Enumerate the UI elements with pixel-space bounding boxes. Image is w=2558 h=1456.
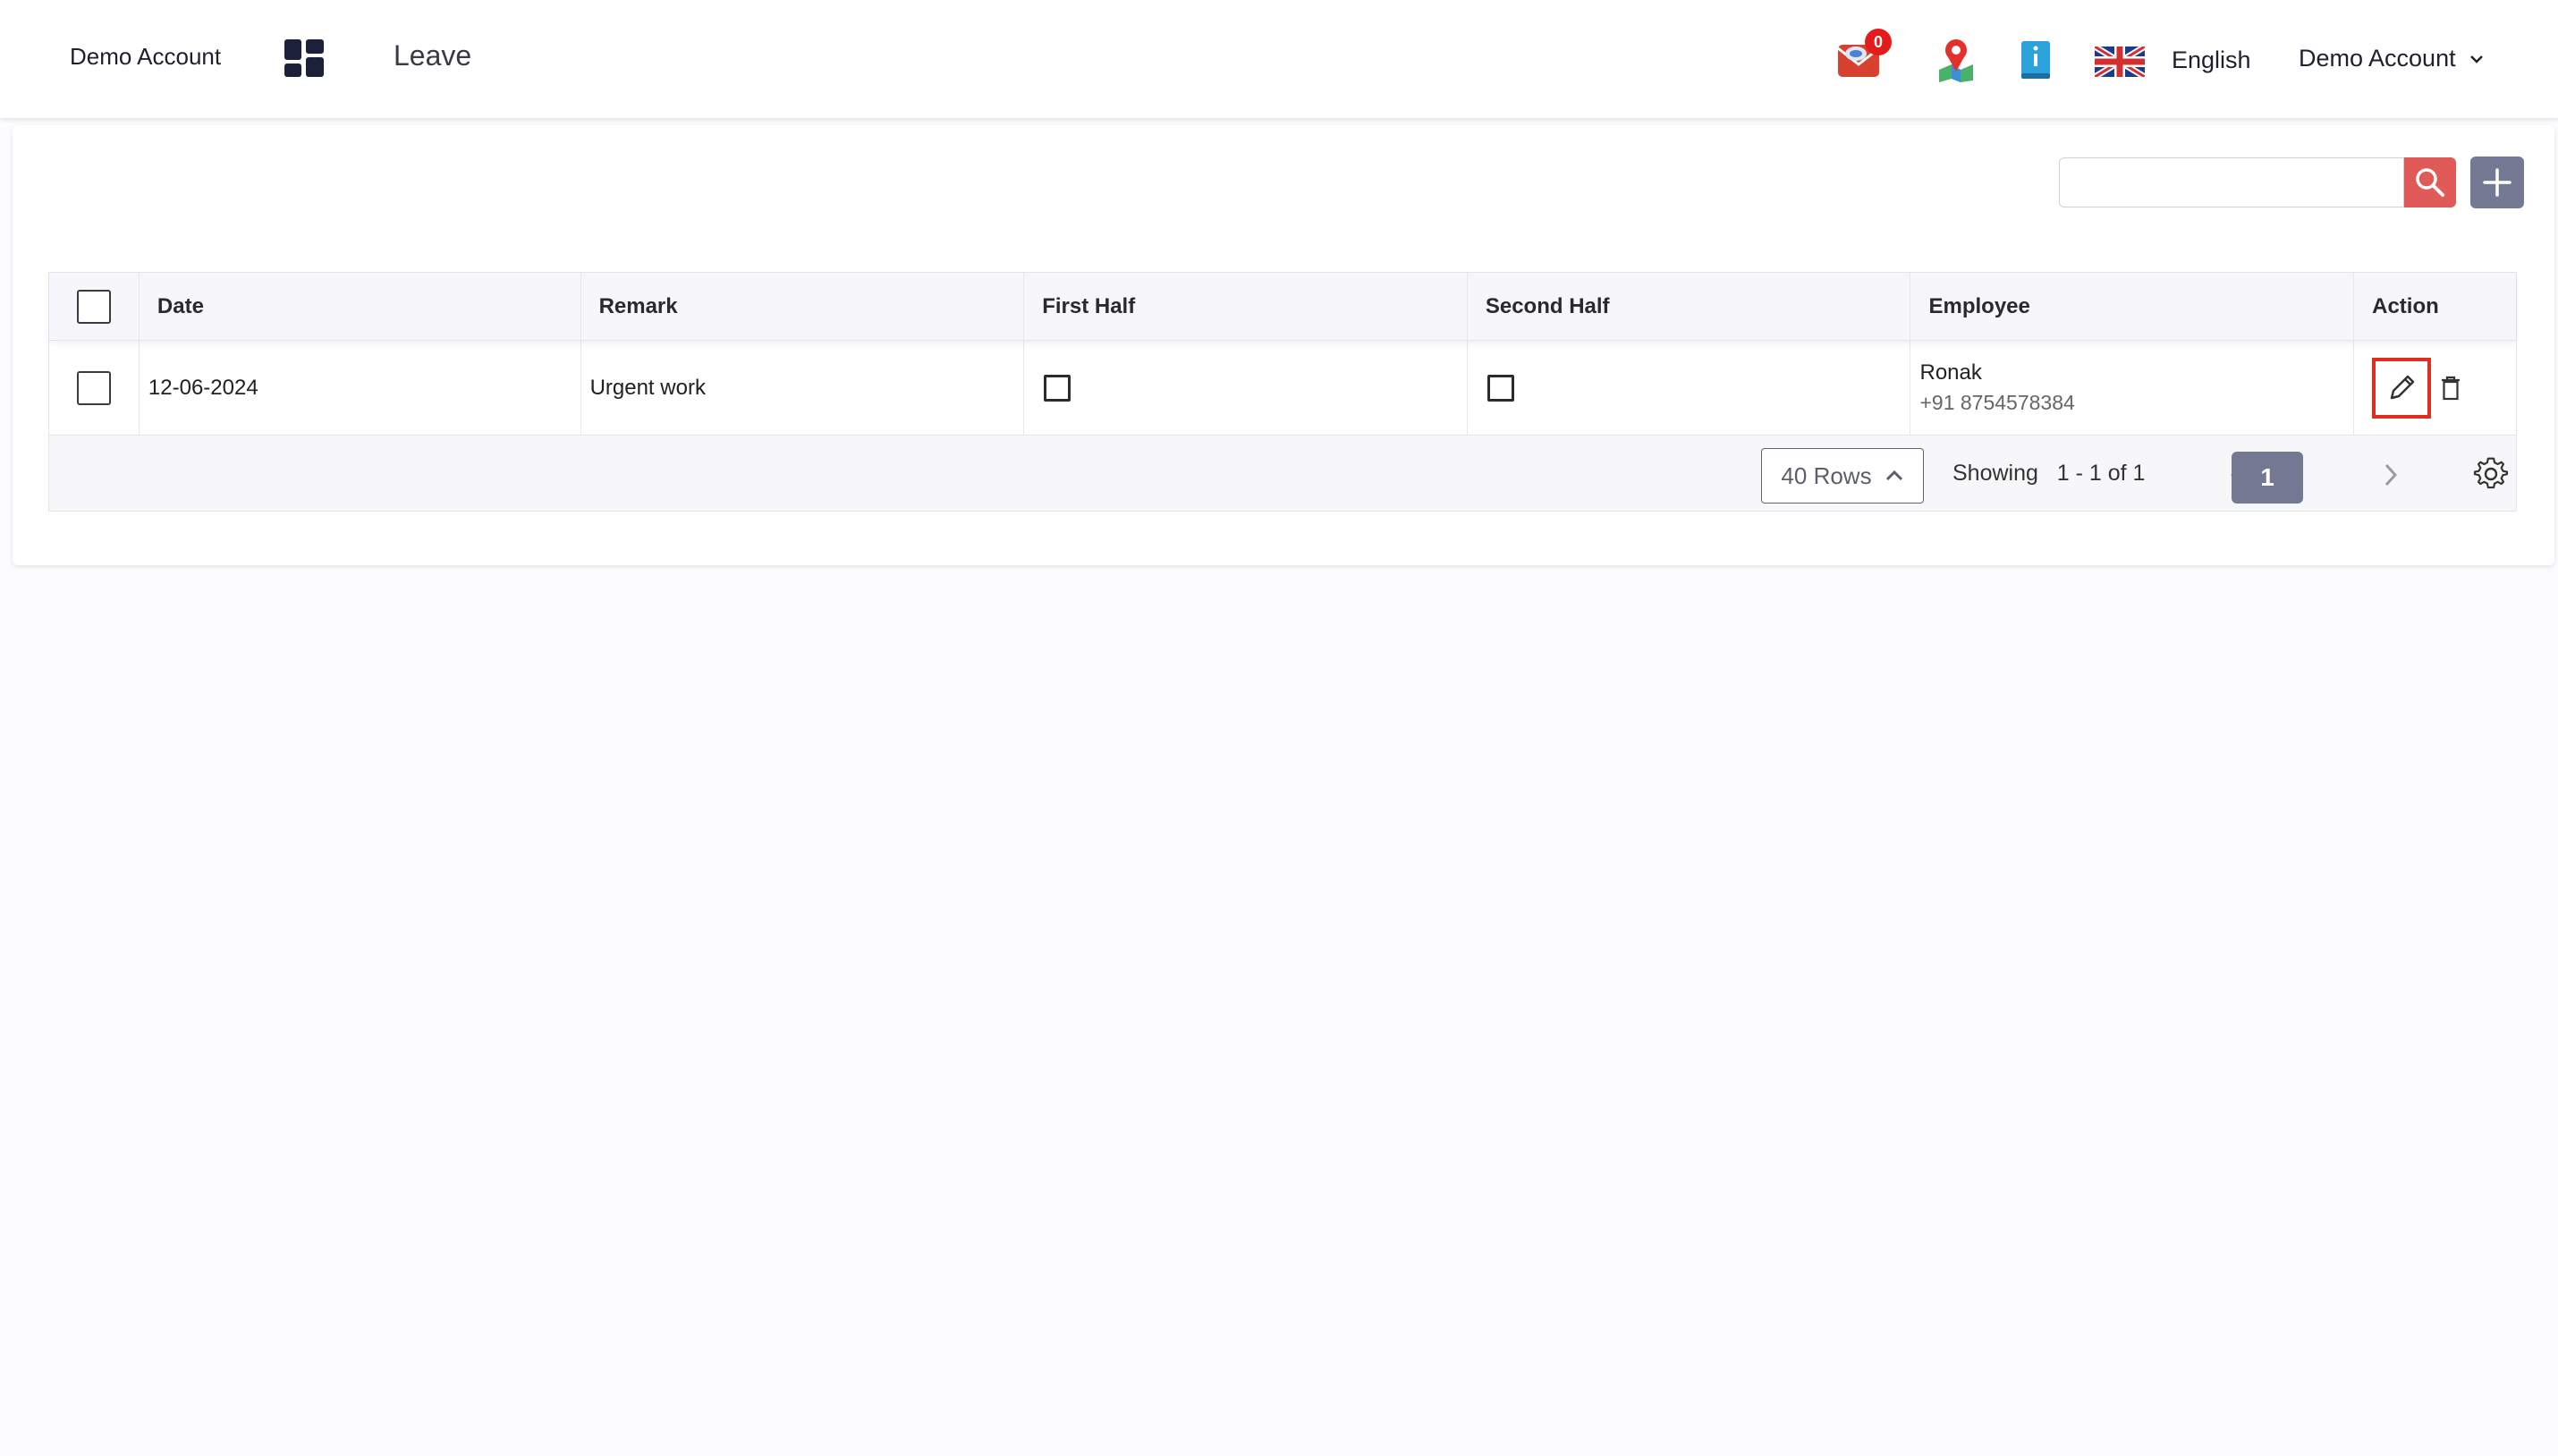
gear-icon [2473,457,2509,489]
pencil-icon [2390,375,2415,399]
chevron-down-icon [2469,55,2483,63]
page-title: Leave [394,39,472,72]
edit-button[interactable] [2372,357,2432,419]
table-settings-button[interactable] [2471,455,2511,495]
employee-name: Ronak [1919,360,1982,385]
employee-phone: +91 8754578384 [1919,391,2075,414]
row-employee-cell: Ronak +91 8754578384 [1910,341,2355,435]
row-select-checkbox[interactable] [76,370,111,405]
employee-info: Ronak +91 8754578384 [1919,360,2074,415]
pagination-summary: Showing 1 - 1 of 1 [1952,461,2146,486]
language-label[interactable]: English [2172,47,2251,74]
table-footer: 40 Rows Showing 1 - 1 of 1 1 [49,436,2516,511]
rows-per-page-value: 40 Rows [1781,461,1872,489]
page-button-current[interactable]: 1 [2232,452,2303,504]
search-icon [2416,168,2444,197]
top-bar: Demo Account Leave 0 English Demo Accoun… [0,0,2558,119]
search-button[interactable] [2404,157,2456,207]
row-first-half-cell [1024,341,1468,435]
rows-per-page-select[interactable]: 40 Rows [1761,448,1924,504]
search-input[interactable] [2059,157,2404,207]
first-half-checkbox[interactable] [1044,374,1071,402]
row-action-cell [2354,341,2516,435]
row-date: 12-06-2024 [140,341,581,435]
select-all-checkbox[interactable] [76,289,111,324]
column-header-date[interactable]: Date [140,273,581,340]
info-book-icon[interactable] [2020,39,2052,80]
column-header-employee[interactable]: Employee [1910,273,2355,340]
account-menu[interactable]: Demo Account [2299,45,2485,72]
mail-count-badge: 0 [1865,29,1892,55]
header-select-cell [49,273,140,340]
row-select-cell [49,341,140,435]
row-remark: Urgent work [581,341,1025,435]
account-menu-label: Demo Account [2299,45,2456,72]
column-header-remark[interactable]: Remark [581,273,1025,340]
map-pin-icon[interactable] [1935,38,1977,82]
column-header-first-half[interactable]: First Half [1024,273,1468,340]
row-second-half-cell [1468,341,1911,435]
leave-table: Date Remark First Half Second Half Emplo… [48,272,2517,512]
trash-icon [2442,376,2461,400]
uk-flag-icon [2095,47,2145,77]
row-actions [2372,357,2467,419]
next-page-button[interactable] [2375,459,2407,491]
column-header-second-half[interactable]: Second Half [1468,273,1911,340]
plus-icon [2483,168,2511,197]
add-button[interactable] [2470,157,2524,208]
table-row: 12-06-2024 Urgent work Ronak +91 8754578… [49,341,2516,436]
account-name: Demo Account [70,43,222,70]
second-half-checkbox[interactable] [1487,374,1514,402]
chevron-right-icon [2384,463,2398,487]
table-header: Date Remark First Half Second Half Emplo… [49,273,2516,341]
chevron-up-icon [1885,470,1902,481]
column-header-action: Action [2372,293,2439,318]
apps-grid-icon[interactable] [284,39,324,77]
delete-button[interactable] [2435,370,2467,406]
